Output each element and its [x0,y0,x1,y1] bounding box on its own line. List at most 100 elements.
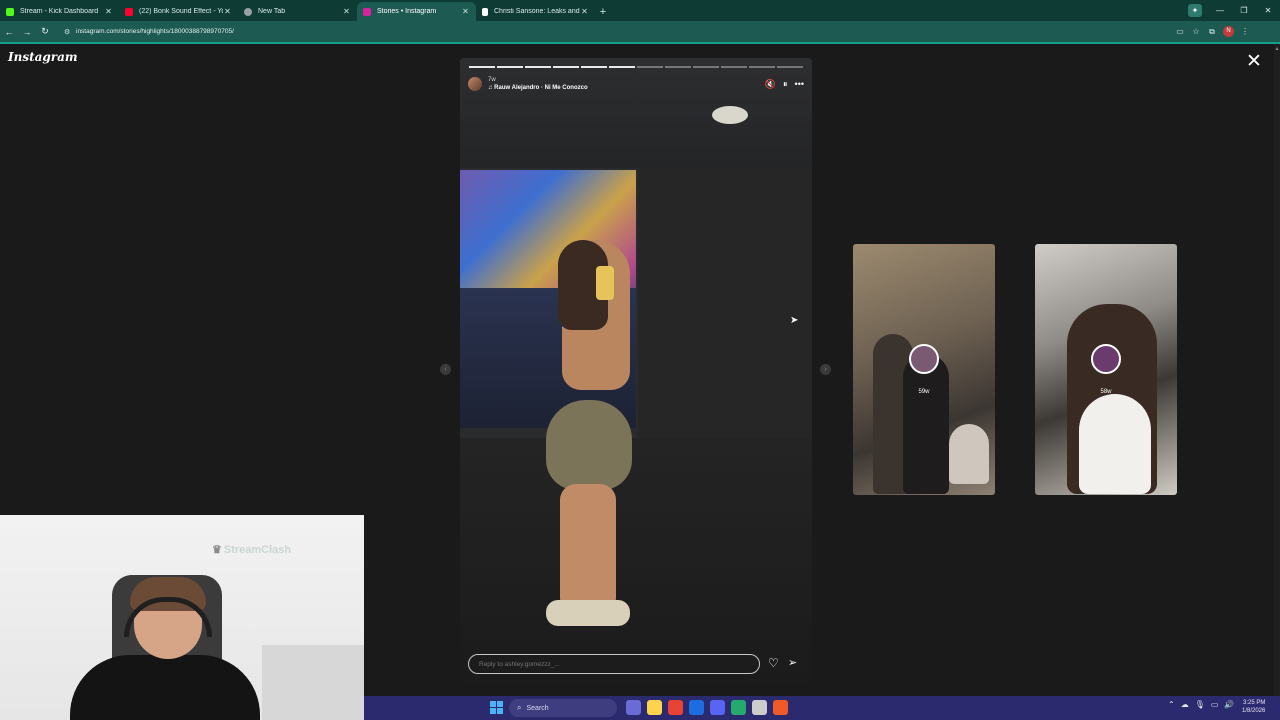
more-options-icon[interactable]: ••• [795,79,804,89]
copilot-icon[interactable]: ✦ [1188,4,1202,17]
tab-instagram-stories[interactable]: Stories • Instagram ✕ [357,2,476,21]
story-age: 7w [488,77,496,83]
taskbar-apps [626,700,788,715]
close-story-button[interactable]: ✕ [1244,52,1264,72]
story-image-person [536,240,656,660]
progress-segment [525,66,551,68]
taskbar-app-icon[interactable] [689,700,704,715]
clock-time: 3:25 PM [1243,700,1266,706]
site-info-icon[interactable]: ⚙ [64,28,72,36]
progress-segment [665,66,691,68]
tab-title: Christi Sansone: Leaks and Link [494,8,580,15]
taskbar-app-icon[interactable] [752,700,767,715]
chrome-icon [244,7,252,16]
url-field[interactable]: ⚙ instagram.com/stories/highlights/18000… [58,24,1166,39]
tab-title: Stream - Kick Dashboard [20,8,99,15]
tab-new-tab[interactable]: New Tab ✕ [238,2,357,21]
next-story-thumbnail-1[interactable]: 59w [853,244,995,495]
search-icon: ⌕ [517,703,522,712]
reload-icon[interactable]: ↻ [36,26,54,37]
instagram-logo[interactable]: Instagram [8,50,78,64]
taskbar-app-icon[interactable] [710,700,725,715]
streamclash-watermark: ♛ StreamClash [212,544,292,556]
network-icon[interactable]: ▭ [1211,700,1219,709]
bookmark-star-icon[interactable]: ☆ [1188,27,1204,36]
close-tab-icon[interactable]: ✕ [461,7,470,16]
previous-story-button[interactable]: ‹ [440,364,451,375]
next-story-button[interactable]: › [820,364,831,375]
tiktok-icon [482,7,488,16]
profile-avatar[interactable]: N [1223,26,1234,37]
story-header: 7w ♫ Rauw Alejandro · Ni Me Conozco 🔇 ⏸ … [468,73,804,95]
page-scrollbar[interactable]: ▲ [1274,44,1280,696]
taskbar-app-icon[interactable] [731,700,746,715]
minimize-button[interactable]: — [1208,6,1232,15]
close-window-button[interactable]: ✕ [1256,6,1280,15]
thumbnail-age: 58w [1100,389,1112,395]
browser-menu-icon[interactable]: ⋮ [1237,27,1253,36]
taskbar-search[interactable]: ⌕ Search [509,699,617,717]
microphone-icon[interactable]: 🎙 [1195,700,1205,709]
mute-icon[interactable]: 🔇 [765,79,776,90]
thumbnail-age: 59w [918,389,930,395]
kick-icon [6,7,14,16]
progress-segment [497,66,523,68]
close-tab-icon[interactable]: ✕ [580,7,589,16]
taskbar-app-icon[interactable] [668,700,683,715]
progress-segment [553,66,579,68]
music-title: Ni Me Conozco [544,85,588,91]
extensions-icon[interactable]: ⧉ [1204,27,1220,37]
taskbar-clock[interactable]: 3:25 PM 1/8/2026 [1242,699,1265,715]
system-tray: ⌃ ☁ 🎙 ▭ 🔊 [1168,700,1234,709]
address-bar: ← → ↻ ⚙ instagram.com/stories/highlights… [0,21,1280,42]
forward-icon[interactable]: → [18,27,36,37]
progress-segment [637,66,663,68]
like-heart-icon[interactable]: ♡ [768,656,779,670]
pause-icon[interactable]: ⏸ [783,79,788,90]
progress-segment [693,66,719,68]
clock-date: 1/8/2026 [1242,708,1266,714]
tab-youtube[interactable]: (22) Bonk Sound Effect - YouTube ✕ [119,2,238,21]
cloud-icon[interactable]: ☁ [1181,700,1189,709]
taskbar-app-icon[interactable] [626,700,641,715]
taskbar-app-icon[interactable] [647,700,662,715]
progress-segment [581,66,607,68]
toolbar-actions: ▭ ☆ ⧉ N ⋮ [1172,26,1253,37]
back-icon[interactable]: ← [0,27,18,37]
story-image-phone [596,266,614,300]
close-tab-icon[interactable]: ✕ [104,7,113,16]
toolbar-divider [0,42,1280,44]
tab-title: Stories • Instagram [377,8,437,15]
chevron-up-icon[interactable]: ⌃ [1168,700,1175,709]
close-tab-icon[interactable]: ✕ [342,7,351,16]
story-viewer[interactable]: 7w ♫ Rauw Alejandro · Ni Me Conozco 🔇 ⏸ … [460,58,812,684]
reply-input[interactable] [468,654,760,674]
windows-start-icon[interactable] [490,701,504,715]
url-text: instagram.com/stories/highlights/1800038… [76,28,234,35]
webcam-background-table [262,645,364,720]
story-image-wall [638,168,812,468]
windows-taskbar: ⌕ Search ⌃ ☁ 🎙 ▭ 🔊 3:25 PM 1/8/2026 [364,696,1280,720]
youtube-icon [125,7,133,16]
avatar [909,344,939,374]
close-tab-icon[interactable]: ✕ [223,7,232,16]
avatar[interactable] [468,77,482,91]
progress-segment [469,66,495,68]
webcam-person-shirt [70,655,260,720]
install-app-icon[interactable]: ▭ [1172,27,1188,36]
avatar [1091,344,1121,374]
restore-button[interactable]: ❐ [1232,6,1256,15]
scroll-up-icon[interactable]: ▲ [1274,46,1280,52]
mouse-cursor-icon: ➤ [790,315,799,326]
instagram-icon [363,7,371,16]
volume-icon[interactable]: 🔊 [1224,700,1234,709]
new-tab-button[interactable]: + [595,2,611,21]
progress-segment [777,66,803,68]
story-music-label[interactable]: ♫ Rauw Alejandro · Ni Me Conozco [488,85,588,91]
tab-tiktok[interactable]: Christi Sansone: Leaks and Link ✕ [476,2,595,21]
tab-kick-dashboard[interactable]: Stream - Kick Dashboard ✕ [0,2,119,21]
next-story-thumbnail-2[interactable]: 58w [1035,244,1177,495]
send-icon[interactable]: ➢ [788,656,797,669]
progress-segment [609,66,635,68]
taskbar-app-icon[interactable] [773,700,788,715]
